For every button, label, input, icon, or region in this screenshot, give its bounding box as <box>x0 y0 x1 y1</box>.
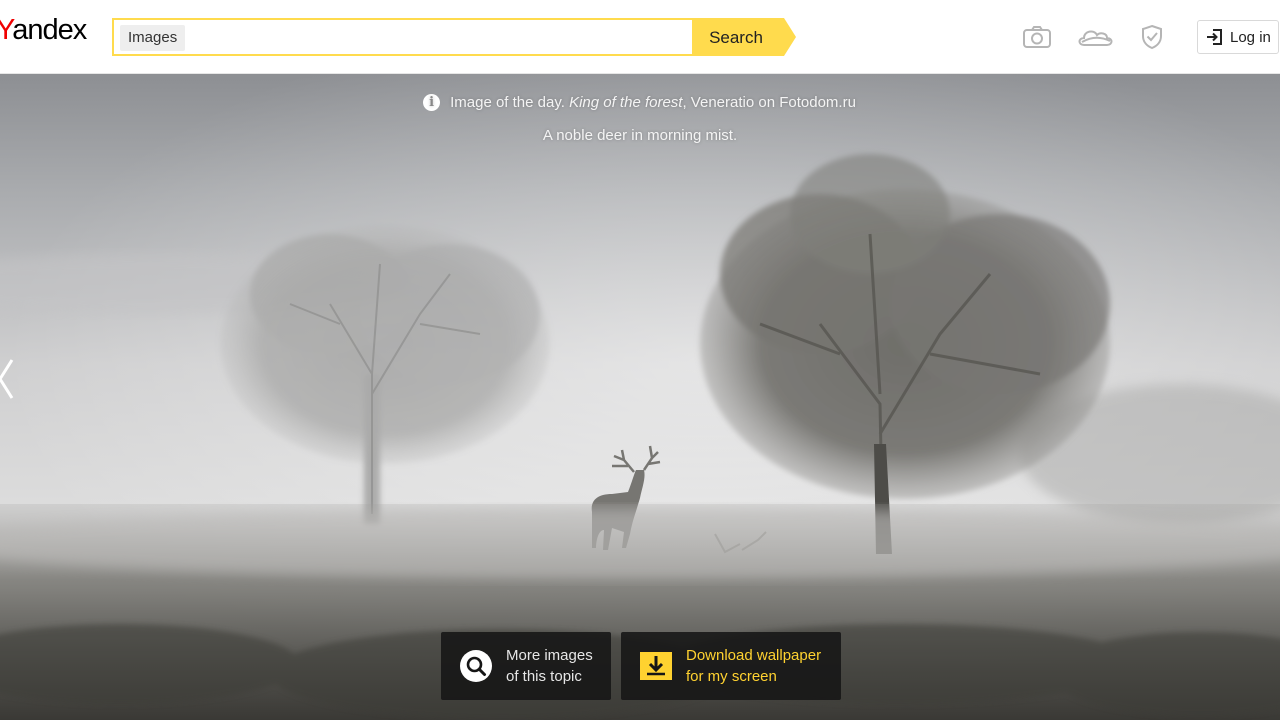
search-bar: Images Search <box>112 18 796 56</box>
search-input[interactable] <box>194 24 684 52</box>
login-button[interactable]: Log in <box>1197 20 1279 54</box>
magnifier-icon <box>460 650 492 682</box>
wallpaper-of-the-day: i Image of the day. King of the forest, … <box>0 74 1280 720</box>
cloud-icon[interactable] <box>1076 22 1116 52</box>
caption-title: King of the forest <box>569 94 683 111</box>
download-wallpaper-label: Download wallpaper for my screen <box>686 645 836 687</box>
previous-image-arrow[interactable] <box>0 354 16 404</box>
caption-prefix: Image of the day. <box>450 94 565 111</box>
more-images-label: More images of this topic <box>506 645 606 687</box>
login-label: Log in <box>1230 28 1271 46</box>
logo-first-letter: Y <box>0 14 13 46</box>
login-icon <box>1207 29 1222 45</box>
yandex-logo[interactable]: Yandex <box>0 14 87 47</box>
logo-rest: andex <box>12 14 87 46</box>
download-label-line1: Download wallpaper <box>686 647 822 664</box>
chevron-left-icon <box>0 359 14 399</box>
download-icon <box>640 652 672 680</box>
caption-credit: , Veneratio on Fotodom.ru <box>682 94 856 111</box>
download-label-line2: for my screen <box>686 668 777 685</box>
search-scope-tag[interactable]: Images <box>120 25 186 51</box>
more-images-label-line1: More images <box>506 647 593 664</box>
camera-icon[interactable] <box>1021 22 1053 52</box>
more-images-button[interactable]: More images of this topic <box>441 632 611 700</box>
header: Yandex Images Search Log in <box>0 0 1280 74</box>
caption-description: A noble deer in morning mist. <box>542 127 738 144</box>
more-images-label-line2: of this topic <box>506 668 582 685</box>
search-button[interactable]: Search <box>692 18 796 56</box>
search-box: Images <box>112 18 694 56</box>
image-of-the-day-caption: i Image of the day. King of the forest, … <box>0 94 1280 144</box>
shield-icon[interactable] <box>1136 22 1168 52</box>
caption-text[interactable]: Image of the day. King of the forest, Ve… <box>450 94 856 111</box>
download-wallpaper-button[interactable]: Download wallpaper for my screen <box>621 632 841 700</box>
wallpaper-image <box>0 74 1280 720</box>
info-icon[interactable]: i <box>423 94 441 111</box>
